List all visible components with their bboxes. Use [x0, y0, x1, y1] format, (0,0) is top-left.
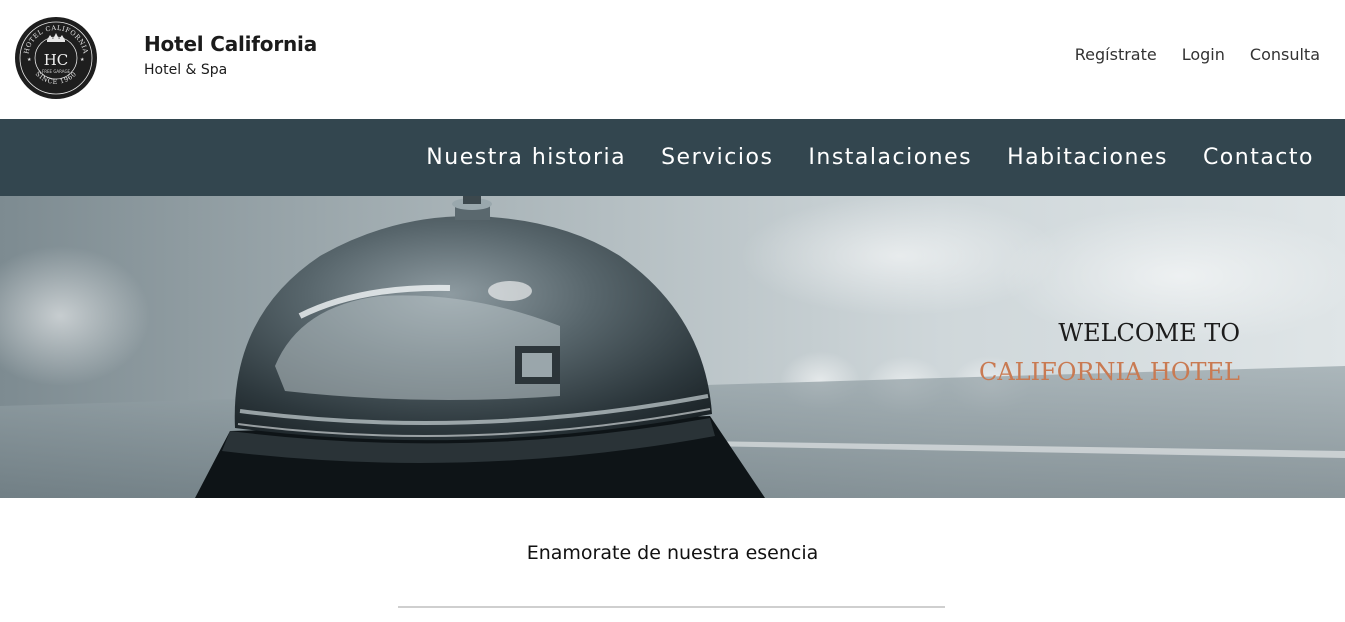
- logo-emblem: HC FREE GARAGE HOTEL CALIFORNIA SINCE 19…: [15, 17, 97, 99]
- register-link[interactable]: Regístrate: [1075, 45, 1157, 64]
- section-tagline: Enamorate de nuestra esencia: [526, 542, 819, 564]
- brand-title: Hotel California: [144, 32, 318, 56]
- hero-banner: WELCOME TO CALIFORNIA HOTEL: [0, 196, 1345, 498]
- brand-subtitle: Hotel & Spa: [144, 62, 228, 78]
- top-links: Regístrate Login Consulta: [1075, 45, 1320, 64]
- welcome-line-2: CALIFORNIA HOTEL: [978, 358, 1240, 386]
- section-divider: [398, 606, 945, 608]
- login-link[interactable]: Login: [1182, 45, 1225, 64]
- site-header: HC FREE GARAGE HOTEL CALIFORNIA SINCE 19…: [0, 0, 1345, 119]
- nav-item-instalaciones[interactable]: Instalaciones: [808, 145, 972, 170]
- svg-text:HC: HC: [44, 51, 69, 69]
- hotel-logo[interactable]: HC FREE GARAGE HOTEL CALIFORNIA SINCE 19…: [14, 15, 98, 101]
- consulta-link[interactable]: Consulta: [1250, 45, 1320, 64]
- svg-text:FREE GARAGE: FREE GARAGE: [42, 69, 71, 74]
- svg-text:★: ★: [27, 57, 32, 63]
- nav-item-servicios[interactable]: Servicios: [661, 145, 773, 170]
- main-nav: Nuestra historia Servicios Instalaciones…: [0, 119, 1345, 196]
- welcome-line-1: WELCOME TO: [1058, 319, 1240, 347]
- welcome-heading: WELCOME TO CALIFORNIA HOTEL: [979, 314, 1240, 392]
- svg-text:★: ★: [80, 57, 85, 63]
- nav-item-habitaciones[interactable]: Habitaciones: [1007, 145, 1168, 170]
- intro-section: Enamorate de nuestra esencia: [0, 498, 1345, 622]
- brand-block: Hotel California Hotel & Spa: [144, 32, 317, 78]
- nav-item-contacto[interactable]: Contacto: [1203, 145, 1314, 170]
- nav-item-historia[interactable]: Nuestra historia: [426, 145, 626, 170]
